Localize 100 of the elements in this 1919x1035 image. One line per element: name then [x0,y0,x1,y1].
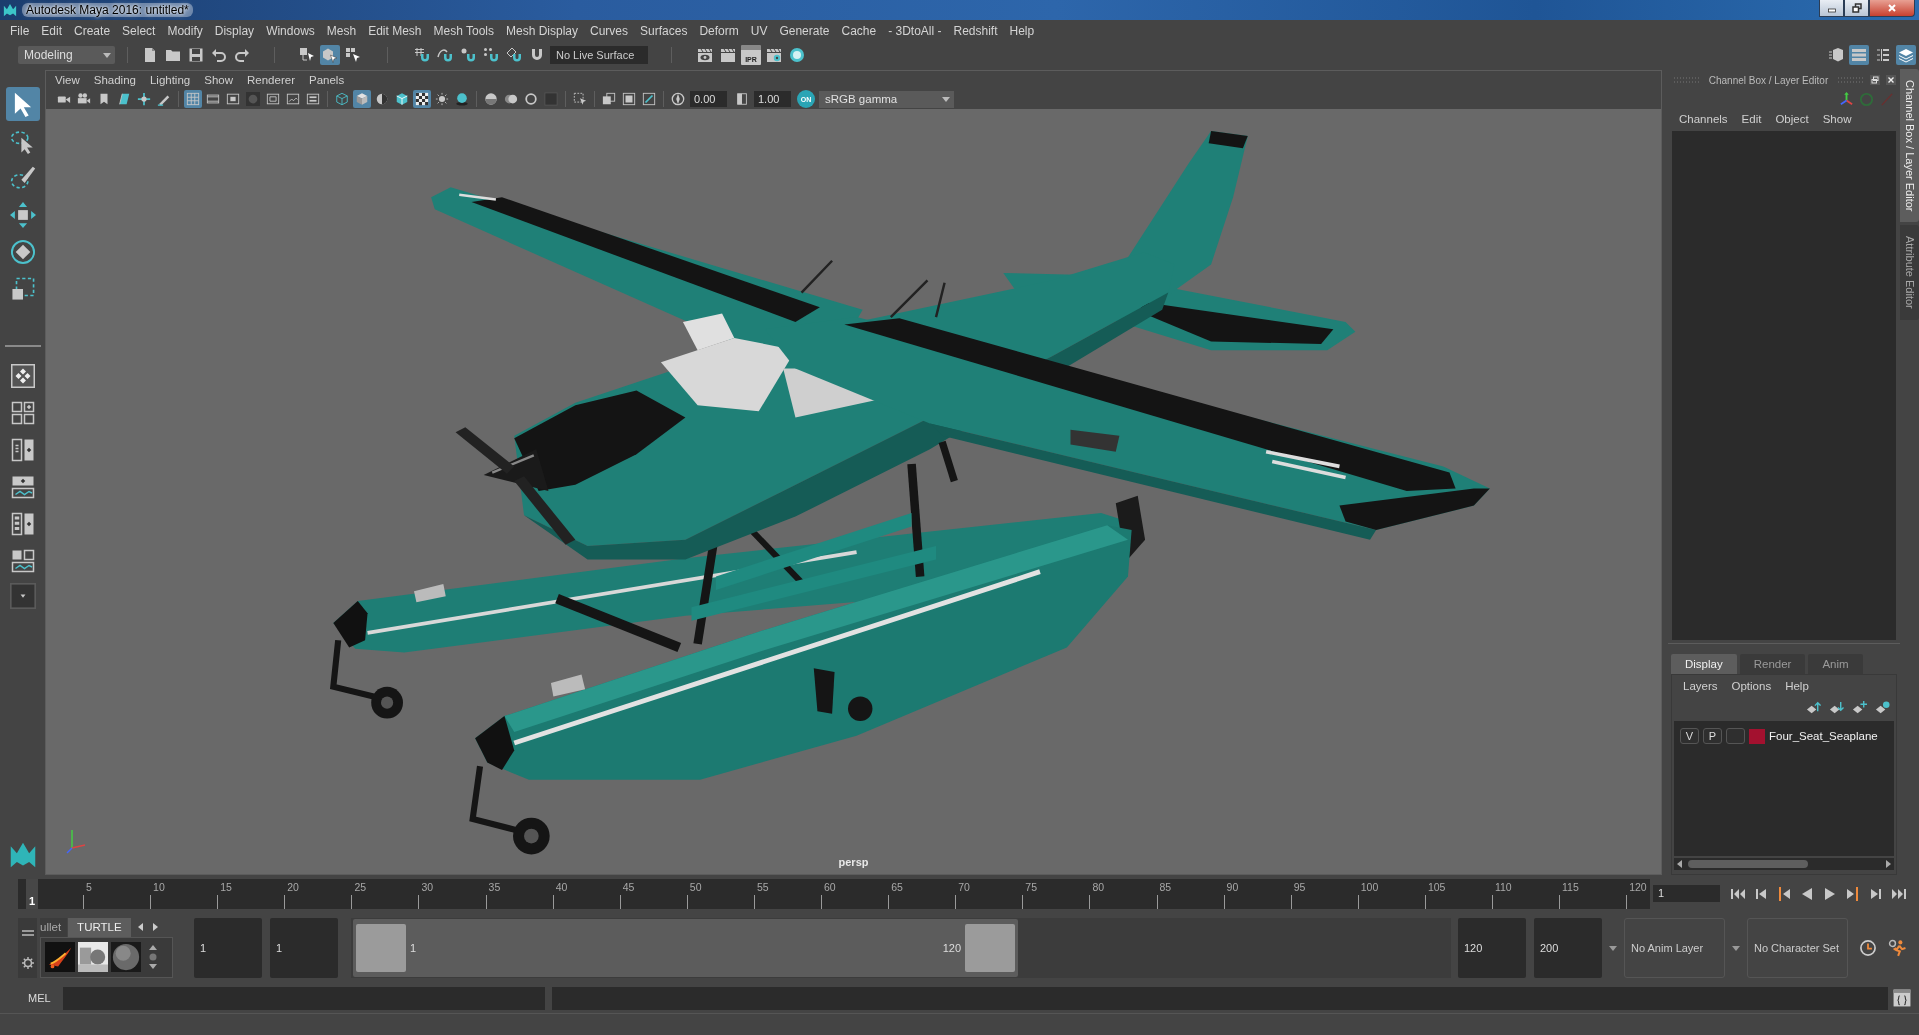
menu-item[interactable]: - 3DtoAll - [882,23,948,39]
menu-item[interactable]: UV [744,23,774,39]
command-language-label[interactable]: MEL [28,992,49,1004]
framed-diagonal-icon[interactable] [640,90,658,108]
menu-item[interactable]: Create [68,23,117,39]
wire-cube-icon[interactable] [333,90,351,108]
range-end-handle[interactable] [965,923,1015,972]
menu-item[interactable]: Redshift [947,23,1004,39]
float-window-icon[interactable] [1870,75,1880,85]
list-panel-icon[interactable] [1849,45,1869,65]
character-set-selector[interactable]: No Character Set [1747,917,1848,978]
script-editor-icon[interactable] [1893,989,1911,1007]
panel-menu-item[interactable]: Renderer [240,74,302,86]
menu-item[interactable]: Deform [693,23,745,39]
settings-icon[interactable] [21,956,34,969]
layer-menu-item[interactable]: Options [1724,680,1779,692]
playback-end-field[interactable]: 120 [1458,917,1526,978]
playback-toggle[interactable]: P [1703,728,1722,744]
range-slider-track[interactable]: 1 120 [351,917,1451,978]
layer-editor-tab[interactable]: Display [1671,654,1737,674]
nested-squares-icon[interactable] [620,90,638,108]
menu-item[interactable]: Display [208,23,261,39]
3d-viewport[interactable]: persp [46,109,1661,874]
drag-handle-icon[interactable] [1837,77,1864,83]
sphere-icon[interactable] [111,942,141,972]
caret-left-icon[interactable] [136,922,145,932]
clock-icon[interactable] [1859,938,1877,957]
layer-menu-item[interactable]: Help [1778,680,1816,692]
playback-start-field[interactable]: 1 [270,917,338,978]
layer-editor-tab[interactable]: Anim [1808,654,1863,674]
shelf-tab[interactable]: ullet [40,917,68,937]
diamond-plus-icon[interactable] [1852,699,1867,715]
menu-item[interactable]: Edit [35,23,69,39]
layer-menu-item[interactable]: Layers [1676,680,1725,692]
panel-menu-item[interactable]: Panels [301,74,352,86]
menu-item[interactable]: Curves [584,23,635,39]
layer-name[interactable]: Four_Seat_Seaplane [1769,730,1878,742]
menu-item[interactable]: Select [116,23,162,39]
view-transform-dropdown[interactable]: sRGB gamma [819,90,954,108]
menu-item[interactable]: File [4,23,36,39]
aperture-icon[interactable] [669,90,687,108]
layer-editor-tab[interactable]: Render [1739,654,1806,674]
visibility-toggle[interactable]: V [1680,728,1699,744]
exposure-field[interactable]: 0.00 [690,91,727,107]
layer-color-swatch-icon[interactable] [1749,728,1765,744]
checker-icon[interactable] [413,90,431,108]
menu-item[interactable]: Surfaces [634,23,694,39]
scrollbar-thumb[interactable] [1688,860,1808,868]
horizontal-scrollbar[interactable] [1674,858,1894,870]
panel-menu-item[interactable]: Shading [86,74,143,86]
arrow-cursor-icon[interactable] [5,87,40,121]
drag-handle-icon[interactable] [1673,77,1700,83]
panel-menu-item[interactable]: View [48,74,87,86]
sphere-icon[interactable] [482,90,500,108]
range-bar[interactable]: 1 120 [353,918,1018,977]
diamond-down-arrow-icon[interactable] [1829,699,1844,715]
menu-item[interactable]: Mesh Tools [427,23,500,39]
sphere-ring-icon[interactable] [787,45,807,65]
side-panel-tab[interactable]: Attribute Editor [1900,225,1919,321]
menu-item[interactable]: Edit Mesh [362,23,428,39]
display-type-toggle[interactable] [1726,728,1745,744]
menu-item[interactable]: Mesh [320,23,363,39]
current-time-marker[interactable]: 1 [26,878,38,909]
menu-set-dropdown[interactable]: Modeling [18,46,115,64]
channel-box-menu-item[interactable]: Edit [1734,113,1769,125]
restore-button[interactable] [1844,0,1869,17]
panel-menu-item[interactable]: Lighting [142,74,198,86]
previous-key-icon[interactable] [1776,885,1792,902]
range-start-handle[interactable] [356,923,406,972]
diamond-dot-icon[interactable] [1875,699,1890,715]
animation-end-field[interactable]: 200 [1534,917,1602,978]
command-input-field[interactable] [63,986,545,1010]
menu-item[interactable]: Cache [835,23,883,39]
live-surface-field[interactable]: No Live Surface [550,46,648,64]
gamma-field[interactable]: 1.00 [754,91,791,107]
close-button[interactable] [1869,0,1915,17]
minimize-button[interactable] [1819,0,1844,17]
next-key-icon[interactable] [1845,885,1861,902]
channel-box-menu-item[interactable]: Show [1815,113,1859,125]
shelf-tab[interactable]: TURTLE [68,917,131,937]
panel-menu-item[interactable]: Show [197,74,240,86]
close-icon[interactable] [1886,75,1896,85]
animation-start-field[interactable]: 1 [194,917,262,978]
sun-icon[interactable] [433,90,451,108]
scroll-right-icon[interactable] [1884,859,1892,869]
menu-item[interactable]: Generate [773,23,836,39]
menu-item[interactable]: Help [1003,23,1041,39]
channel-box-menu-item[interactable]: Object [1768,113,1816,125]
channel-box-menu-item[interactable]: Channels [1672,113,1735,125]
time-slider[interactable]: 5 10 15 20 25 30 35 40 45 50 55 60 65 70 75 80 85 90 95 100 105 110 115 120 1 [18,878,1650,909]
running-figure-icon[interactable] [1888,938,1906,957]
anim-layer-selector[interactable]: No Anim Layer [1624,917,1725,978]
diamond-up-arrow-icon[interactable] [1806,699,1821,715]
layers-stack-icon[interactable] [1896,45,1916,65]
menu-item[interactable]: Modify [161,23,209,39]
axis-gizmo-icon[interactable] [1839,91,1854,107]
cube-icon[interactable] [353,90,371,108]
caret-right-icon[interactable] [150,922,159,932]
scroll-left-icon[interactable] [1676,859,1684,869]
current-frame-field[interactable]: 1 [1653,885,1720,902]
